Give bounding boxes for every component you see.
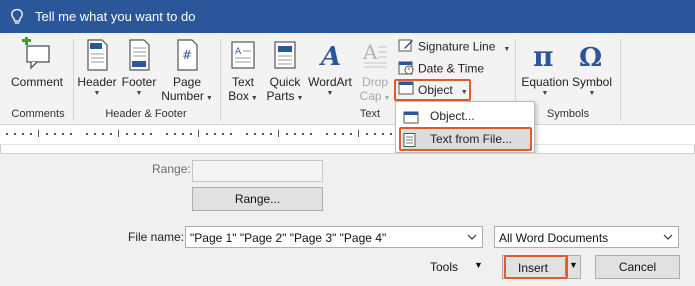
text-box-label-1: Text <box>231 75 254 89</box>
menu-item-object-label: Object... <box>430 109 475 123</box>
pi-icon: π <box>520 37 570 75</box>
symbol-label: Symbol <box>571 75 612 89</box>
chevron-down-icon: ▼ <box>503 45 511 53</box>
chevron-down-icon: ▼ <box>326 90 334 97</box>
quick-parts-label-1: Quick <box>269 75 301 89</box>
header-icon <box>76 37 118 75</box>
range-label: Range: <box>152 162 191 176</box>
page-number-button[interactable]: # Page Number ▼ <box>160 37 214 106</box>
chevron-down-icon: ▼ <box>588 90 596 97</box>
signature-pen-icon <box>398 37 414 58</box>
file-type-select[interactable]: All Word Documents <box>494 226 679 248</box>
drop-cap-icon: A <box>356 37 394 75</box>
lightbulb-icon <box>10 8 24 26</box>
text-box-icon: A <box>224 37 262 75</box>
date-time-label: Date & Time <box>418 61 485 76</box>
chevron-down-icon <box>663 231 673 245</box>
ribbon: Comment Comments Header ▼ Footer ▼ # Pag… <box>0 33 695 125</box>
equation-label: Equation <box>521 75 569 89</box>
chevron-down-icon: ▼ <box>135 90 143 97</box>
group-header-footer-label: Header & Footer <box>105 108 187 120</box>
range-button[interactable]: Range... <box>192 187 323 211</box>
page-number-label-2-text: Number <box>161 89 204 103</box>
group-comments-label: Comments <box>11 108 65 120</box>
drop-cap-label-1: Drop <box>361 75 388 89</box>
footer-button[interactable]: Footer ▼ <box>118 37 160 98</box>
filename-input[interactable]: "Page 1" "Page 2" "Page 3" "Page 4" <box>185 226 483 248</box>
svg-text:A: A <box>318 42 341 72</box>
text-box-label-2-text: Box <box>228 89 249 103</box>
group-text-label: Text <box>359 108 381 120</box>
svg-text:A: A <box>362 40 378 64</box>
tell-me-text: Tell me what you want to do <box>35 9 196 24</box>
tools-dropdown-icon: ▼ <box>474 260 483 270</box>
object-button-highlight <box>394 79 471 101</box>
text-box-button[interactable]: A Text Box ▼ <box>224 37 262 106</box>
cancel-label: Cancel <box>618 260 657 274</box>
wordart-label: WordArt <box>308 75 352 89</box>
header-label: Header <box>77 75 117 89</box>
quick-parts-button[interactable]: Quick Parts ▼ <box>264 37 306 106</box>
chevron-down-icon[interactable] <box>467 231 477 245</box>
quick-parts-label-2: Parts ▼ <box>264 89 306 106</box>
chevron-down-icon: ▼ <box>93 90 101 97</box>
header-button[interactable]: Header ▼ <box>76 37 118 98</box>
page-number-label-1: Page <box>172 75 202 89</box>
symbol-button[interactable]: Ω Symbol ▼ <box>570 37 614 98</box>
chevron-down-icon: ▼ <box>541 90 549 97</box>
new-comment-icon <box>8 36 66 75</box>
ruler-ticks <box>6 130 392 137</box>
group-divider <box>73 39 74 121</box>
ruler[interactable] <box>0 125 695 145</box>
text-box-label-2: Box ▼ <box>224 89 262 106</box>
svg-text:Ω: Ω <box>579 43 602 73</box>
drop-cap-label-2-text: Cap <box>359 89 382 103</box>
page-number-label-2: Number ▼ <box>160 89 214 106</box>
equation-button[interactable]: π Equation ▼ <box>520 37 570 98</box>
svg-text:A: A <box>235 47 242 57</box>
signature-line-label: Signature Line <box>418 39 496 54</box>
footer-icon <box>118 37 160 75</box>
range-input[interactable] <box>192 160 323 182</box>
menu-item-object[interactable]: Object... <box>402 106 530 126</box>
text-from-file-highlight <box>399 127 532 151</box>
calendar-icon <box>398 59 414 80</box>
filename-label: File name: <box>128 230 185 244</box>
comment-button[interactable]: Comment <box>8 36 66 89</box>
page-number-icon: # <box>160 37 214 71</box>
filename-input-value: "Page 1" "Page 2" "Page 3" "Page 4" <box>190 231 387 245</box>
svg-text:π: π <box>533 40 554 73</box>
chevron-down-icon: ▼ <box>381 95 391 102</box>
quick-parts-label-2-text: Parts <box>266 89 295 103</box>
tools-label: Tools <box>430 260 459 274</box>
chevron-down-icon: ▼ <box>248 95 258 102</box>
chevron-down-icon: ▼ <box>294 95 304 102</box>
range-button-label: Range... <box>234 192 281 206</box>
wordart-icon: A <box>306 37 354 75</box>
cancel-button[interactable]: Cancel <box>595 255 680 279</box>
insert-dropdown-icon[interactable]: ▼ <box>569 260 578 270</box>
svg-text:#: # <box>182 48 192 62</box>
insert-file-dialog: Range: Range... File name: "Page 1" "Pag… <box>0 153 695 286</box>
tell-me-bar[interactable]: Tell me what you want to do <box>0 0 695 33</box>
footer-label: Footer <box>121 75 157 89</box>
omega-icon: Ω <box>570 37 614 75</box>
insert-button-highlight <box>504 255 568 279</box>
group-divider <box>220 39 221 121</box>
date-time-button[interactable]: Date & Time <box>398 59 498 77</box>
group-divider <box>620 39 621 121</box>
object-dropdown-menu: Object... Text from File... <box>395 101 535 153</box>
quick-parts-icon <box>264 37 306 75</box>
chevron-down-icon: ▼ <box>203 95 213 102</box>
signature-line-button[interactable]: Signature Line ▼ <box>398 37 514 55</box>
wordart-button[interactable]: A WordArt ▼ <box>306 37 354 98</box>
drop-cap-button[interactable]: A Drop Cap ▼ <box>356 37 394 106</box>
drop-cap-label-2: Cap ▼ <box>356 89 394 106</box>
comment-label: Comment <box>10 75 63 89</box>
tools-menu[interactable]: Tools ▼ <box>430 260 490 278</box>
file-type-value: All Word Documents <box>499 231 609 245</box>
